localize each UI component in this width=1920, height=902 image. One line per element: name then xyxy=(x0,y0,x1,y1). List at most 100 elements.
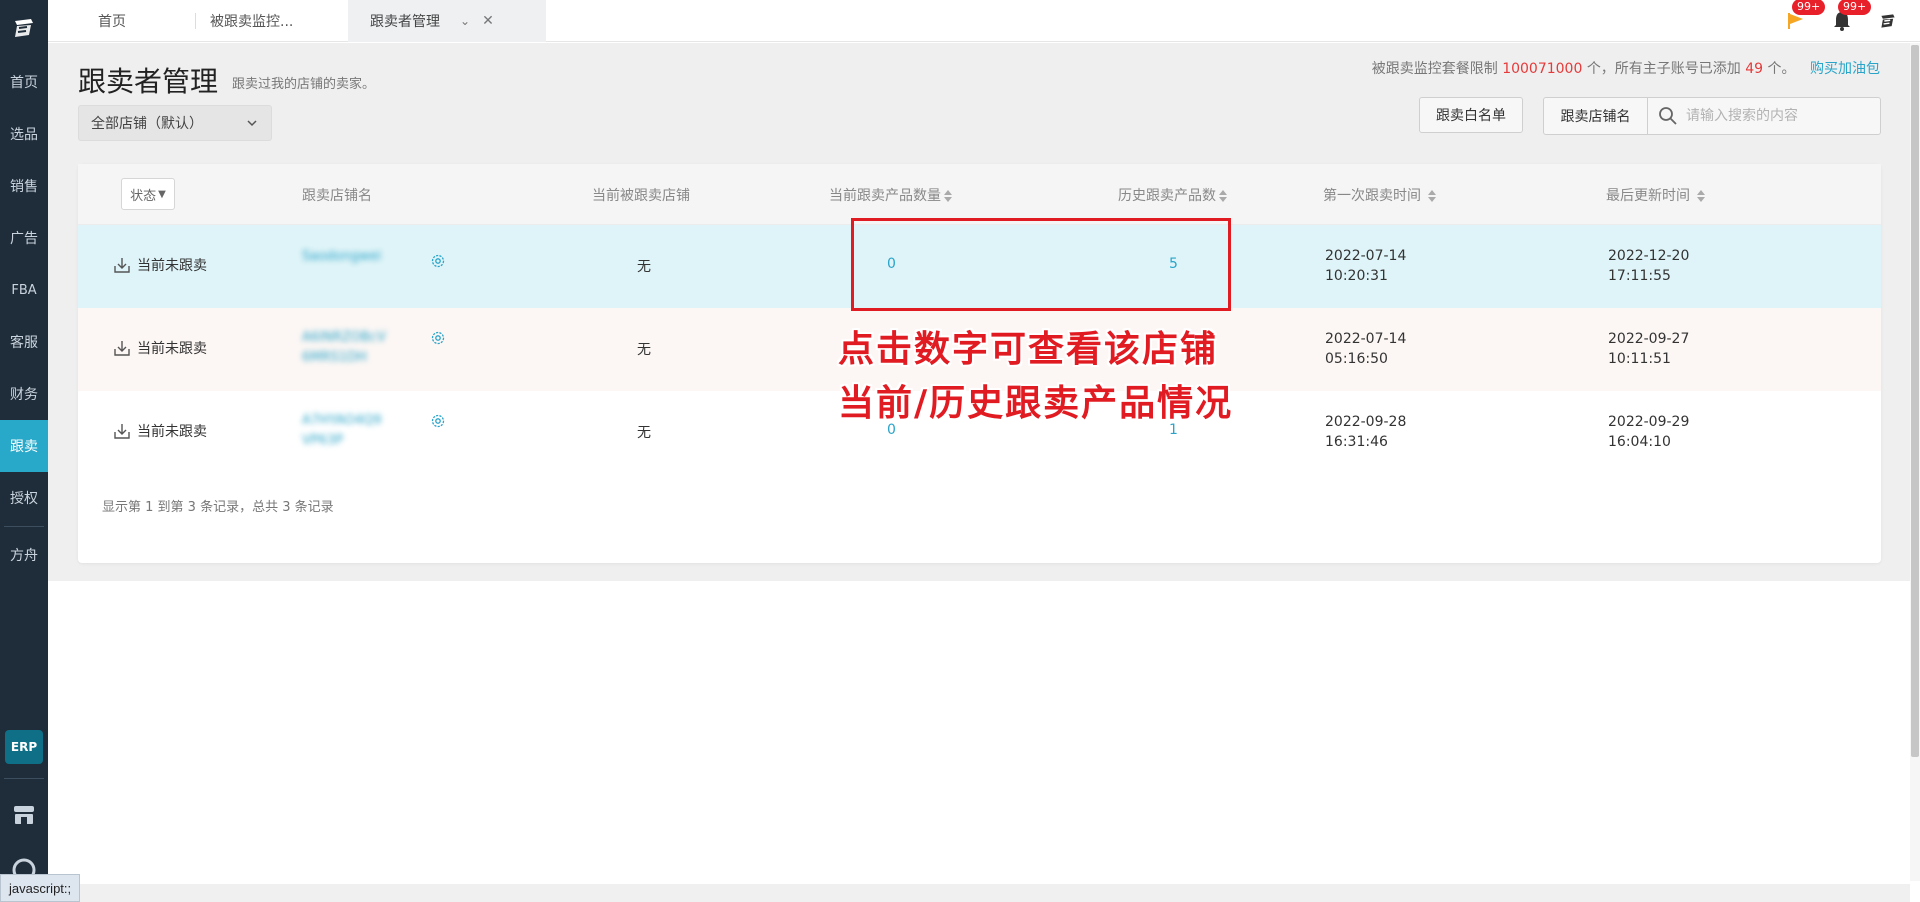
limit-prefix: 被跟卖监控套餐限制 xyxy=(1371,61,1498,77)
search-scope-select[interactable]: 跟卖店铺名 xyxy=(1544,98,1648,134)
scrollbar-thumb[interactable] xyxy=(1911,45,1919,757)
user-avatar-icon[interactable] xyxy=(1876,9,1900,33)
sidebar-item-ark[interactable]: 方舟 xyxy=(0,529,48,581)
gear-icon[interactable] xyxy=(430,253,446,269)
header-last-update-label: 最后更新时间 xyxy=(1606,188,1690,204)
close-icon[interactable]: ✕ xyxy=(482,13,494,29)
shop-name-link[interactable]: A6INRZOBcV6MRS1DH xyxy=(302,328,388,368)
tab-label: 跟卖者管理 xyxy=(370,14,440,30)
plan-limit-info: 被跟卖监控套餐限制 100071000 个，所有主子账号已添加 49 个。 购买… xyxy=(1372,58,1880,78)
last-date: 2022-12-20 xyxy=(1608,248,1690,264)
page-title: 跟卖者管理 xyxy=(78,65,219,98)
horizontal-scrollbar[interactable] xyxy=(48,884,1910,902)
header-current-count-label: 当前跟卖产品数量 xyxy=(829,188,941,204)
tab-hijack-monitor[interactable]: 被跟卖监控... xyxy=(210,0,293,42)
header-history-count[interactable]: 历史跟卖产品数 xyxy=(1118,185,1228,205)
annotation-highlight-box xyxy=(851,218,1231,311)
first-time-cell: 2022-07-14 10:20:31 xyxy=(1325,246,1406,286)
header-shop-name: 跟卖店铺名 xyxy=(302,188,372,204)
last-clock: 17:11:55 xyxy=(1608,268,1671,284)
status-cell: 当前未跟卖 xyxy=(113,338,207,358)
status-cell: 当前未跟卖 xyxy=(113,421,207,441)
last-update-cell: 2022-12-20 17:11:55 xyxy=(1608,246,1689,286)
sidebar-item-fba[interactable]: FBA xyxy=(0,264,48,316)
shop-name-link[interactable]: A7HYAO4Q9VP63P xyxy=(302,411,388,451)
limit-value: 100071000 xyxy=(1502,61,1583,77)
tab-hijacker-management[interactable]: 跟卖者管理 ⌄ ✕ xyxy=(348,0,546,42)
sort-icon[interactable] xyxy=(1696,189,1706,203)
first-date: 2022-07-14 xyxy=(1325,331,1407,347)
flag-notification[interactable]: 99+ xyxy=(1784,0,1826,33)
app-logo-icon[interactable] xyxy=(0,0,48,56)
annotation-text: 当前/历史跟卖产品情况 xyxy=(838,383,1234,424)
pagination-info: 显示第 1 到第 3 条记录，总共 3 条记录 xyxy=(102,500,334,515)
download-status-icon[interactable] xyxy=(113,339,131,357)
status-filter-dropdown[interactable]: 状态 ▼ xyxy=(121,178,175,210)
header-monitored-shop: 当前被跟卖店铺 xyxy=(592,188,690,204)
top-right-icons: 99+ 99+ xyxy=(1784,0,1900,42)
sidebar-item-ads[interactable]: 广告 xyxy=(0,212,48,264)
header-first-time[interactable]: 第一次跟卖时间 xyxy=(1323,185,1437,205)
tab-home[interactable]: 首页 xyxy=(98,0,126,42)
store-icon[interactable] xyxy=(12,804,36,830)
sort-icon[interactable] xyxy=(943,189,953,203)
search-input[interactable] xyxy=(1686,101,1880,131)
sort-icon[interactable] xyxy=(1218,189,1228,203)
last-date: 2022-09-29 xyxy=(1608,414,1690,430)
sidebar-item-authorization[interactable]: 授权 xyxy=(0,472,48,524)
first-clock: 16:31:46 xyxy=(1325,434,1388,450)
tab-bar: 首页 被跟卖监控... 跟卖者管理 ⌄ ✕ 99+ 99+ xyxy=(48,0,1920,42)
added-value: 49 xyxy=(1745,61,1764,77)
last-clock: 10:11:51 xyxy=(1608,351,1671,367)
gear-icon[interactable] xyxy=(430,413,446,429)
last-update-cell: 2022-09-27 10:11:51 xyxy=(1608,329,1689,369)
limit-suffix: 个。 xyxy=(1767,61,1796,77)
sidebar-item-home[interactable]: 首页 xyxy=(0,56,48,108)
monitored-shop-cell: 无 xyxy=(637,342,651,358)
first-date: 2022-07-14 xyxy=(1325,248,1407,264)
sidebar-item-customer-service[interactable]: 客服 xyxy=(0,316,48,368)
annotation-text: 点击数字可查看该店铺 xyxy=(838,329,1219,370)
whitelist-button[interactable]: 跟卖白名单 xyxy=(1419,97,1523,133)
status-text: 当前未跟卖 xyxy=(137,424,207,440)
search-icon xyxy=(1659,107,1677,125)
first-time-cell: 2022-09-28 16:31:46 xyxy=(1325,412,1406,452)
download-status-icon[interactable] xyxy=(113,256,131,274)
last-update-cell: 2022-09-29 16:04:10 xyxy=(1608,412,1689,452)
first-clock: 05:16:50 xyxy=(1325,351,1388,367)
chevron-down-icon xyxy=(247,120,257,127)
sidebar-item-finance[interactable]: 财务 xyxy=(0,368,48,420)
erp-button[interactable]: ERP xyxy=(5,730,43,764)
status-cell: 当前未跟卖 xyxy=(113,255,207,275)
sidebar-divider xyxy=(4,778,44,779)
caret-down-icon: ▼ xyxy=(158,188,166,200)
first-time-cell: 2022-07-14 05:16:50 xyxy=(1325,329,1406,369)
shop-select[interactable]: 全部店铺（默认） xyxy=(78,105,272,141)
monitored-shop-cell: 无 xyxy=(637,425,651,441)
last-date: 2022-09-27 xyxy=(1608,331,1690,347)
limit-mid: 个，所有主子账号已添加 xyxy=(1586,61,1741,77)
download-status-icon[interactable] xyxy=(113,422,131,440)
header-current-count[interactable]: 当前跟卖产品数量 xyxy=(829,185,953,205)
sort-icon[interactable] xyxy=(1427,189,1437,203)
sidebar-item-hijack[interactable]: 跟卖 xyxy=(0,420,48,472)
sidebar-divider xyxy=(4,526,44,527)
header-history-count-label: 历史跟卖产品数 xyxy=(1118,188,1216,204)
browser-status-bar: javascript:; xyxy=(0,874,81,902)
status-filter-label: 状态 xyxy=(130,188,157,204)
buy-addon-link[interactable]: 购买加油包 xyxy=(1810,61,1880,77)
chevron-down-icon[interactable]: ⌄ xyxy=(460,14,470,28)
gear-icon[interactable] xyxy=(430,330,446,346)
shop-name-link[interactable]: Saodongwei xyxy=(302,247,388,267)
header-last-update[interactable]: 最后更新时间 xyxy=(1606,185,1706,205)
sidebar-item-product-selection[interactable]: 选品 xyxy=(0,108,48,160)
last-clock: 16:04:10 xyxy=(1608,434,1671,450)
page-subtitle: 跟卖过我的店铺的卖家。 xyxy=(232,77,376,92)
tab-separator xyxy=(195,13,196,29)
sidebar-item-sales[interactable]: 销售 xyxy=(0,160,48,212)
left-sidebar: 首页 选品 销售 广告 FBA 客服 财务 跟卖 授权 方舟 ERP xyxy=(0,0,48,902)
search-group: 跟卖店铺名 xyxy=(1543,97,1881,135)
notification-badge: 99+ xyxy=(1838,0,1872,15)
bell-notification[interactable]: 99+ xyxy=(1830,0,1872,33)
first-date: 2022-09-28 xyxy=(1325,414,1407,430)
